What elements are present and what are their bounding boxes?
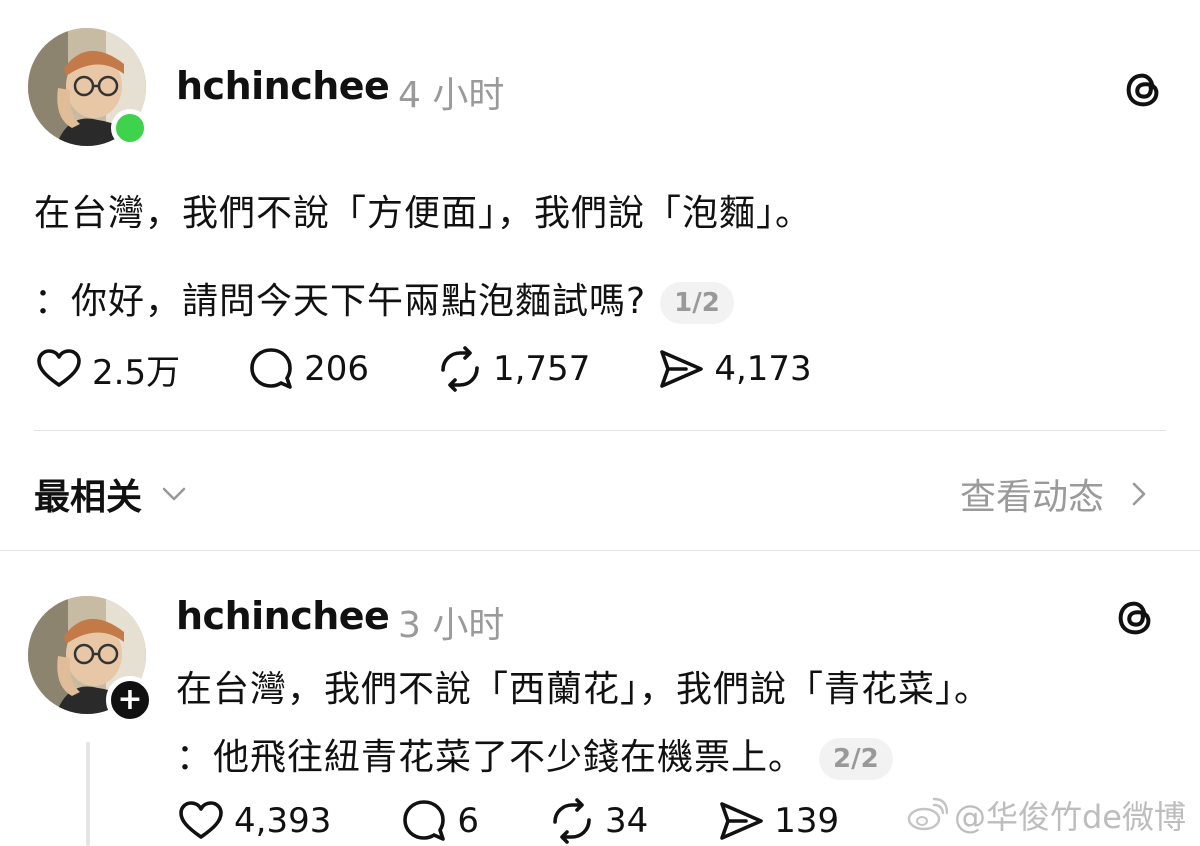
like-button[interactable]: 2.5万 <box>34 344 180 394</box>
thread-page-indicator: 2/2 <box>819 738 893 780</box>
section-divider <box>0 550 1200 551</box>
online-status-dot <box>111 109 149 147</box>
post-text-line-1: 在台灣，我們不說「西蘭花」，我們說「青花菜」。 <box>176 669 992 710</box>
weibo-logo-icon <box>907 797 948 831</box>
view-activity-link[interactable]: 查看动态 <box>960 468 1154 520</box>
threads-icon[interactable] <box>1120 66 1166 112</box>
post-text-line-2-content: ：你好，請問今天下午兩點泡麵試嗎? <box>34 281 647 322</box>
comment-icon <box>403 800 446 841</box>
username[interactable]: hchinchee <box>176 64 390 108</box>
like-count: 4,393 <box>234 801 332 841</box>
share-icon <box>660 350 704 388</box>
repost-icon <box>441 346 479 392</box>
username[interactable]: hchinchee <box>176 594 390 638</box>
share-button[interactable]: 139 <box>716 796 839 846</box>
post-actions: 2.5万 206 1,757 4,173 <box>34 344 878 394</box>
repost-button[interactable]: 1,757 <box>435 344 590 394</box>
heart-icon <box>179 801 223 839</box>
repost-button[interactable]: 34 <box>547 796 648 846</box>
chevron-down-icon <box>162 487 186 501</box>
post-time: 4 小时 <box>398 75 505 116</box>
follow-button[interactable]: + <box>106 676 154 724</box>
like-count: 2.5万 <box>92 352 181 393</box>
post-text-line-2-content: ：他飛往紐青花菜了不少錢在機票上。 <box>176 737 806 778</box>
like-button[interactable]: 4,393 <box>176 796 331 846</box>
chevron-right-icon <box>1132 482 1146 506</box>
share-count: 4,173 <box>714 349 812 389</box>
post-text-line-1: 在台灣，我們不說「方便面」，我們說「泡麵」。 <box>34 193 813 234</box>
share-icon <box>720 802 764 840</box>
thread-page-indicator: 1/2 <box>660 282 734 324</box>
repost-icon <box>553 798 591 844</box>
view-activity-label: 查看动态 <box>959 477 1104 518</box>
sort-dropdown[interactable]: 最相关 <box>34 468 192 520</box>
sort-bar: 最相关 查看动态 <box>34 462 1154 522</box>
post-actions: 4,393 6 34 139 <box>176 796 905 846</box>
watermark-text: @华俊竹de微博 <box>953 798 1186 836</box>
reply-button[interactable]: 6 <box>399 796 479 846</box>
post-text-line-2: ：你好，請問今天下午兩點泡麵試嗎? 1/2 <box>34 272 734 324</box>
reply-button[interactable]: 206 <box>246 344 369 394</box>
post-text-line-2: ：他飛往紐青花菜了不少錢在機票上。 2/2 <box>176 728 893 780</box>
repost-count: 1,757 <box>492 349 591 389</box>
reply-count: 6 <box>457 801 479 841</box>
post-time: 3 小时 <box>398 605 505 646</box>
post-1: hchinchee 4 小时 在台灣，我們不說「方便面」，我們說「泡麵」。 ：你… <box>0 0 1200 431</box>
sort-dropdown-label: 最相关 <box>34 477 143 518</box>
repost-count: 34 <box>604 801 649 841</box>
reply-count: 206 <box>304 349 369 389</box>
share-button[interactable]: 4,173 <box>656 344 812 394</box>
divider <box>34 430 1166 431</box>
weibo-watermark: @华俊竹de微博 <box>906 792 1186 838</box>
heart-icon <box>37 349 81 387</box>
share-count: 139 <box>774 801 840 841</box>
thread-connector-line <box>86 742 90 846</box>
threads-icon[interactable] <box>1112 594 1158 640</box>
comment-icon <box>250 348 292 389</box>
follow-plus-icon: + <box>117 682 143 717</box>
